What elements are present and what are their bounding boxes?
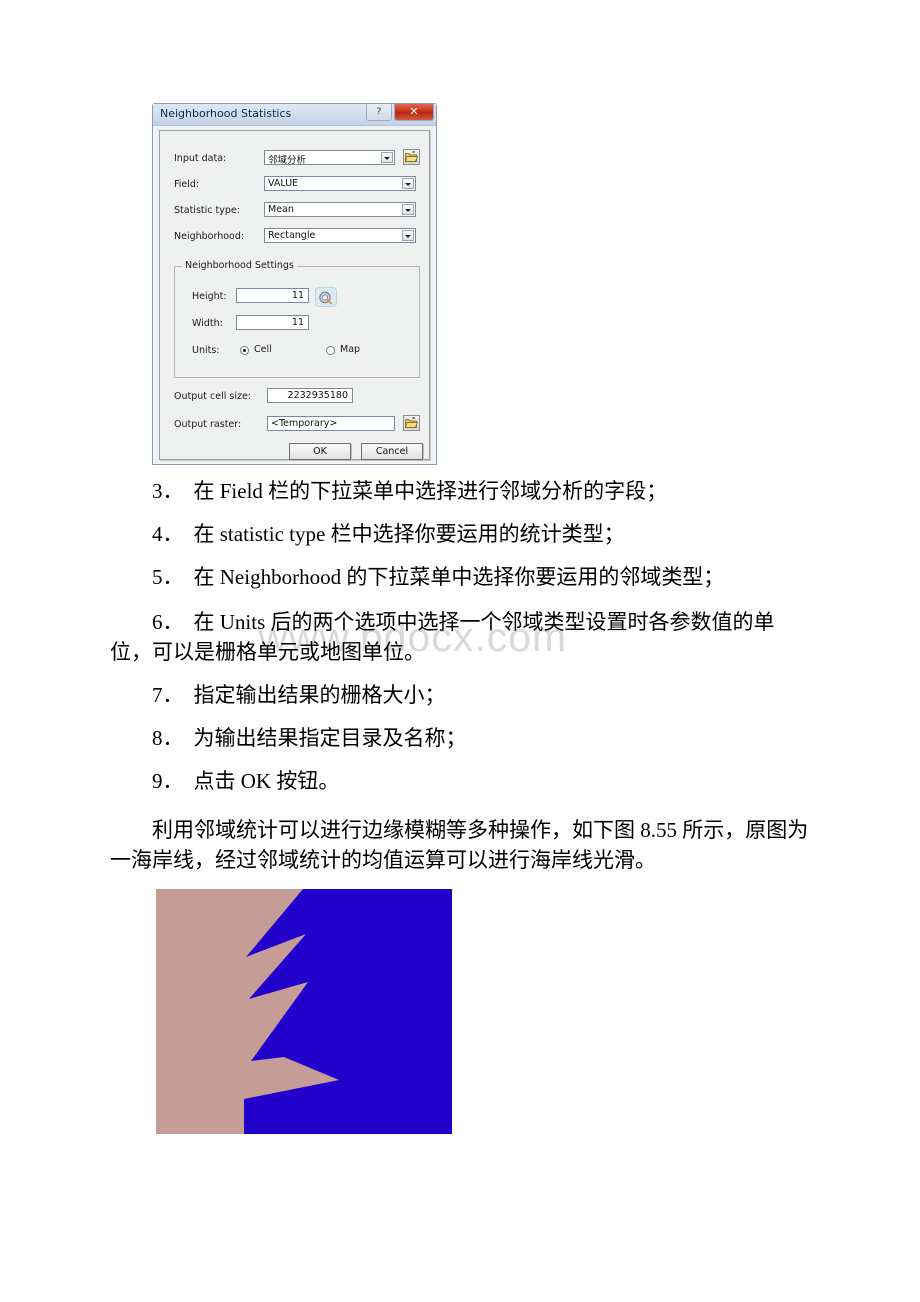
units-cell-radio[interactable] [240,346,249,355]
output-cell-size-label: Output cell size: [174,391,252,402]
list-item-number: 5． [152,565,184,589]
width-input[interactable]: 11 [236,315,309,330]
cancel-button[interactable]: Cancel [361,443,423,460]
input-data-value: 邻域分析 [268,155,307,166]
magnifier-icon [319,291,332,305]
units-cell-label[interactable]: Cell [254,344,272,355]
units-label: Units: [192,345,220,356]
output-raster-browse-button[interactable] [403,415,420,431]
output-raster-label: Output raster: [174,419,242,430]
output-raster-value: <Temporary> [271,418,338,429]
chevron-down-icon[interactable] [402,178,414,189]
height-label: Height: [192,291,227,302]
output-cell-size-value: 2232935180 [287,390,348,401]
ok-button[interactable]: OK [289,443,351,460]
height-value: 11 [291,290,304,301]
statistic-type-combobox[interactable]: Mean [264,202,416,217]
input-data-browse-button[interactable] [403,149,420,165]
neighborhood-value: Rectangle [268,230,316,241]
list-item-text: 为输出结果指定目录及名称； [193,726,467,750]
folder-open-icon [405,151,418,162]
list-item-text: 在 statistic type 栏中选择你要运用的统计类型； [193,522,625,546]
field-value: VALUE [268,178,299,189]
neighborhood-statistics-dialog: Neighborhood Statistics ? ✕ Input data: … [152,103,437,465]
folder-open-icon [405,417,418,428]
height-input[interactable]: 11 [236,288,309,303]
list-item-number: 7． [152,683,184,707]
list-item-text: 在 Neighborhood 的下拉菜单中选择你要运用的邻域类型； [193,565,725,589]
input-data-combobox[interactable]: 邻域分析 [264,150,395,166]
list-item-number: 4． [152,522,184,546]
closing-paragraph: 利用邻域统计可以进行边缘模糊等多种操作，如下图 8.55 所示，原图为一海岸线，… [110,818,809,872]
neighborhood-settings-group-title: Neighborhood Settings [182,260,297,271]
list-item-number: 6． [152,610,184,634]
neighborhood-combobox[interactable]: Rectangle [264,228,416,243]
list-item: 9． 点击 OK 按钮。 [152,766,339,796]
close-icon[interactable]: ✕ [394,104,434,121]
list-item-text: 指定输出结果的栅格大小； [193,683,446,707]
output-raster-input[interactable]: <Temporary> [267,416,395,431]
dialog-title: Neighborhood Statistics [160,107,292,120]
dialog-client-area: Input data: 邻域分析 Field: VALUE Statistic … [159,130,430,460]
list-item-text: 在 Field 栏的下拉菜单中选择进行邻域分析的字段； [193,479,668,503]
list-item: 3． 在 Field 栏的下拉菜单中选择进行邻域分析的字段； [152,476,667,506]
input-data-label: Input data: [174,153,227,164]
units-map-radio[interactable] [326,346,335,355]
field-label: Field: [174,179,200,190]
list-item: 4． 在 statistic type 栏中选择你要运用的统计类型； [152,519,625,549]
list-item: 6．在 Units 后的两个选项中选择一个邻域类型设置时各参数值的单位，可以是栅… [110,607,810,667]
list-item: 8． 为输出结果指定目录及名称； [152,723,467,753]
chevron-down-icon[interactable] [381,152,393,163]
neighborhood-preview-button[interactable] [315,287,337,307]
list-item: 5． 在 Neighborhood 的下拉菜单中选择你要运用的邻域类型； [152,562,724,592]
list-item-text: 点击 OK 按钮。 [193,769,340,793]
list-item: 7． 指定输出结果的栅格大小； [152,680,446,710]
chevron-down-icon[interactable] [402,204,414,215]
field-combobox[interactable]: VALUE [264,176,416,191]
statistic-type-value: Mean [268,204,294,215]
neighborhood-label: Neighborhood: [174,231,245,242]
dialog-titlebar: Neighborhood Statistics ? ✕ [153,104,436,126]
list-item-number: 3． [152,479,184,503]
width-value: 11 [291,317,304,328]
width-label: Width: [192,318,223,329]
list-item-number: 8． [152,726,184,750]
help-button[interactable]: ? [366,104,392,121]
coastline-figure [156,889,452,1134]
list-item-number: 9． [152,769,184,793]
output-cell-size-input[interactable]: 2232935180 [267,388,353,403]
statistic-type-label: Statistic type: [174,205,240,216]
units-map-label[interactable]: Map [340,344,360,355]
chevron-down-icon[interactable] [402,230,414,241]
list-item-text: 在 Units 后的两个选项中选择一个邻域类型设置时各参数值的单位，可以是栅格单… [110,610,775,664]
coastline-raster-image [156,889,452,1134]
